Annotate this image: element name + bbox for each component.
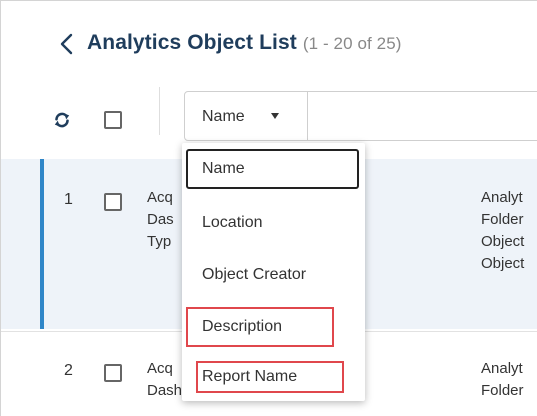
search-scope-menu: Name Location Object Creator Description… [182,143,365,401]
row-name-line: Typ [147,233,172,250]
selected-row-indicator [40,159,44,329]
row-detail-line: Analyt [481,189,523,206]
row-detail-line: Folder [481,382,524,399]
row-detail-line: Object [481,233,525,250]
chevron-left-icon[interactable] [57,31,77,57]
highlight-box [196,361,344,393]
row-name-line: Acq [147,189,173,206]
highlight-box [186,307,334,347]
toolbar-divider [159,87,160,135]
select-all-checkbox[interactable] [104,111,122,129]
row-number: 1 [64,191,73,208]
result-count: (1 - 20 of 25) [302,34,402,53]
page-header: Analytics Object List (1 - 20 of 25) [1,1,537,79]
row-detail-line: Object [481,255,525,272]
app-frame: Analytics Object List (1 - 20 of 25) Name… [0,0,537,416]
page-title-text: Analytics Object List [87,31,297,54]
row-name-cell[interactable]: Acq Das Typ [147,187,174,253]
row-detail-line: Analyt [481,360,523,377]
row-details-cell: Analyt Folder [481,358,524,402]
caret-down-icon [271,113,279,119]
menu-item-label: Name [202,160,245,177]
row-name-line: Das [147,211,174,228]
menu-item-label: Location [202,214,263,231]
refresh-icon[interactable] [53,111,71,129]
row-checkbox[interactable] [104,364,122,382]
row-details-cell: Analyt Folder Object Object [481,187,524,275]
search-scope-dropdown[interactable]: Name [184,91,308,141]
menu-item-location[interactable]: Location [182,203,365,243]
row-checkbox[interactable] [104,193,122,211]
menu-item-object-creator[interactable]: Object Creator [182,255,365,295]
page-title: Analytics Object List (1 - 20 of 25) [87,31,402,55]
search-scope-label: Name [202,108,245,125]
row-number: 2 [64,362,73,379]
menu-item-label: Object Creator [202,266,307,283]
menu-item-name[interactable]: Name [186,149,359,189]
row-detail-line: Folder [481,211,524,228]
